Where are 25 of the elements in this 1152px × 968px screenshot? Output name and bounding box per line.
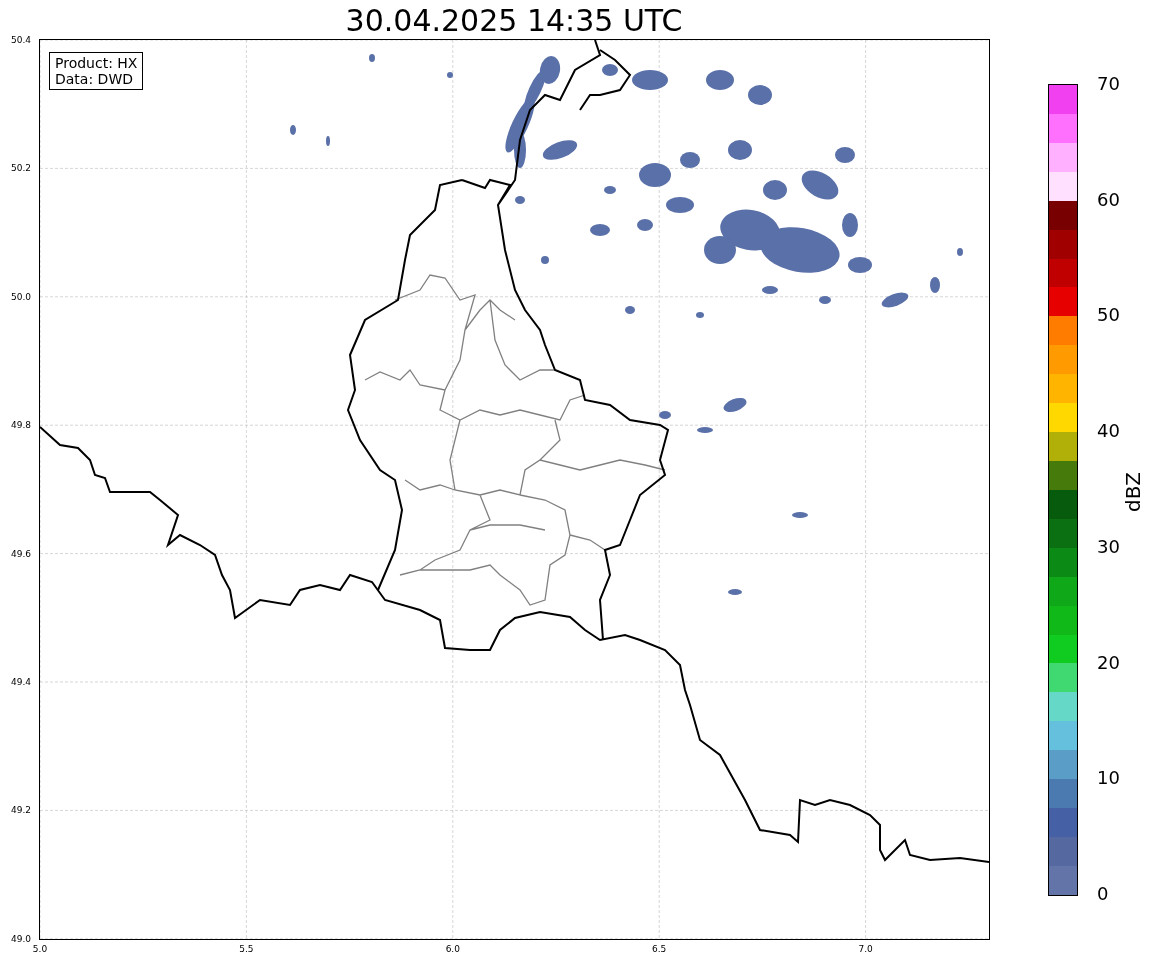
colorbar-tick-label: 50: [1097, 304, 1120, 327]
axis-tick-label: 6.0: [444, 943, 461, 955]
colorbar-tick-label: 30: [1097, 535, 1120, 558]
chart-title: 30.04.2025 14:35 UTC: [344, 3, 684, 39]
colorbar-tick-label: 40: [1097, 420, 1120, 443]
axis-tick-label: 49.8: [9, 419, 31, 432]
info-text: Product: HX: [55, 55, 138, 71]
colorbar-tick-label: 60: [1097, 188, 1120, 211]
colorbar-tick-label: 20: [1097, 651, 1120, 674]
axis-tick-label: 5.0: [31, 943, 49, 955]
axis-tick-label: 49.2: [9, 804, 31, 817]
axis-tick-label: 7.0: [857, 943, 874, 955]
axis-tick-label: 49.6: [9, 547, 31, 560]
colorbar-tick-label: 70: [1097, 73, 1120, 95]
colorbar-label: dBZ: [1121, 471, 1146, 513]
colorbar-tick-label: 0: [1097, 883, 1109, 905]
axis-tick-label: 50.4: [9, 34, 31, 46]
axis-tick-label: 49.0: [9, 932, 31, 945]
axis-tick-label: 5.5: [238, 943, 255, 955]
axis-tick-label: 49.4: [9, 676, 31, 688]
axis-tick-label: 50.2: [9, 162, 31, 175]
axis-tick-label: 50.0: [9, 290, 31, 303]
colorbar-tick-label: 10: [1097, 767, 1120, 790]
info-text: Data: DWD: [55, 71, 134, 87]
axis-tick-label: 6.5: [651, 943, 668, 955]
